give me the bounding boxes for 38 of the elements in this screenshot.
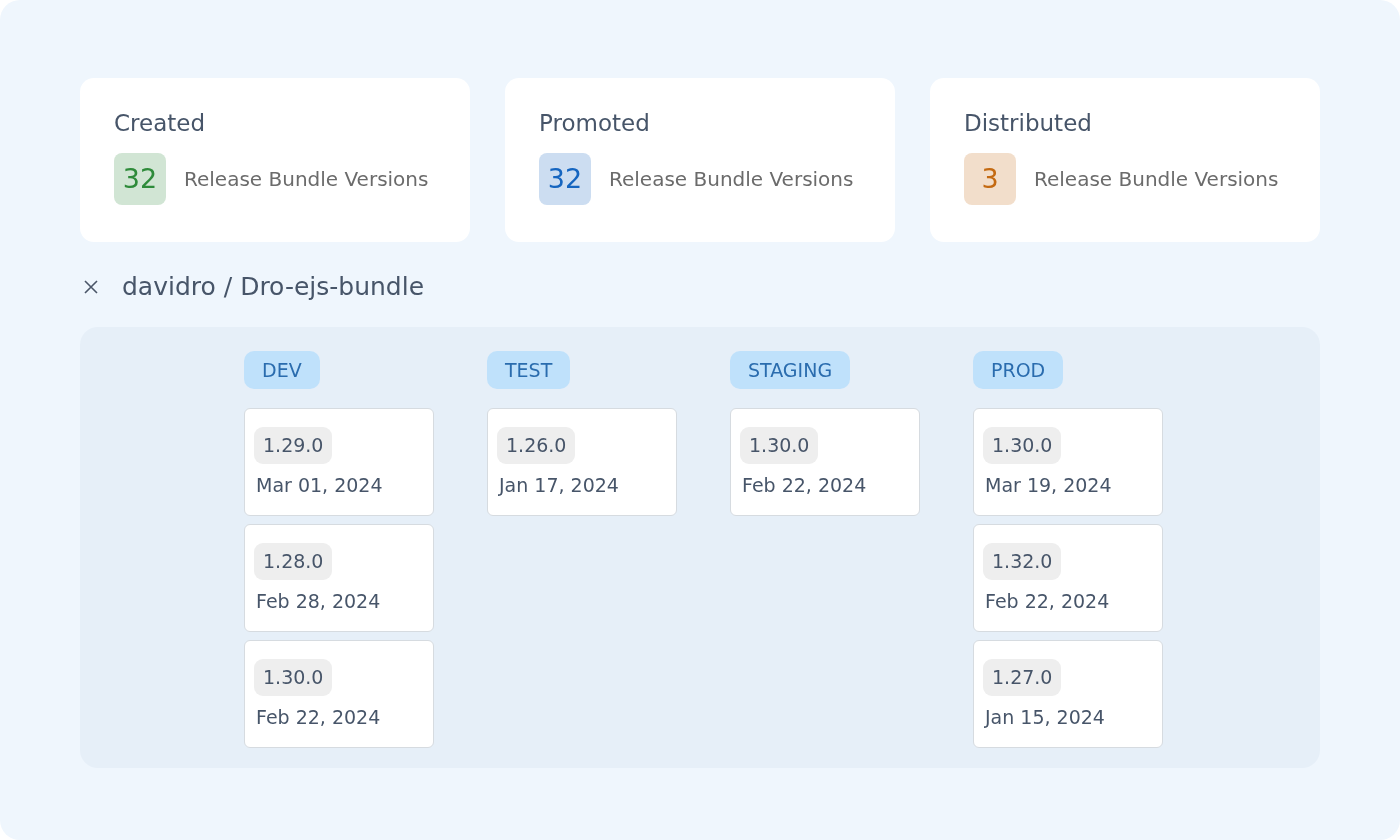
version-card[interactable]: 1.29.0 Mar 01, 2024 bbox=[244, 408, 434, 516]
stat-label: Release Bundle Versions bbox=[1034, 166, 1279, 193]
stage-label: PROD bbox=[973, 351, 1064, 389]
version-tag: 1.27.0 bbox=[983, 659, 1062, 696]
version-date: Mar 01, 2024 bbox=[255, 473, 383, 498]
stat-label: Release Bundle Versions bbox=[609, 166, 854, 193]
count-badge: 32 bbox=[539, 153, 591, 205]
bundle-title: davidro / Dro-ejs-bundle bbox=[122, 271, 425, 304]
version-card[interactable]: 1.27.0 Jan 15, 2024 bbox=[973, 640, 1163, 748]
version-date: Jan 15, 2024 bbox=[983, 705, 1105, 730]
stage-label: STAGING bbox=[730, 351, 851, 389]
version-tag: 1.29.0 bbox=[254, 427, 333, 464]
stage-label: DEV bbox=[244, 351, 320, 389]
stage-label: TEST bbox=[487, 351, 571, 389]
version-date: Feb 22, 2024 bbox=[255, 705, 381, 730]
version-tag: 1.32.0 bbox=[983, 543, 1062, 580]
version-tag: 1.30.0 bbox=[740, 427, 819, 464]
version-card[interactable]: 1.30.0 Mar 19, 2024 bbox=[973, 408, 1163, 516]
version-card[interactable]: 1.28.0 Feb 28, 2024 bbox=[244, 524, 434, 632]
version-tag: 1.30.0 bbox=[983, 427, 1062, 464]
stat-title: Promoted bbox=[539, 109, 650, 138]
version-date: Feb 28, 2024 bbox=[255, 589, 381, 614]
version-tag: 1.28.0 bbox=[254, 543, 333, 580]
version-tag: 1.26.0 bbox=[497, 427, 576, 464]
stat-title: Distributed bbox=[964, 109, 1092, 138]
version-card[interactable]: 1.30.0 Feb 22, 2024 bbox=[244, 640, 434, 748]
stat-label: Release Bundle Versions bbox=[184, 166, 429, 193]
version-date: Jan 17, 2024 bbox=[497, 473, 619, 498]
count-badge: 32 bbox=[114, 153, 166, 205]
version-card[interactable]: 1.26.0 Jan 17, 2024 bbox=[487, 408, 677, 516]
version-date: Mar 19, 2024 bbox=[984, 473, 1112, 498]
stat-title: Created bbox=[114, 109, 206, 138]
version-card[interactable]: 1.30.0 Feb 22, 2024 bbox=[730, 408, 920, 516]
count-badge: 3 bbox=[964, 153, 1016, 205]
version-date: Feb 22, 2024 bbox=[984, 589, 1110, 614]
version-tag: 1.30.0 bbox=[254, 659, 333, 696]
version-date: Feb 22, 2024 bbox=[741, 473, 867, 498]
version-card[interactable]: 1.32.0 Feb 22, 2024 bbox=[973, 524, 1163, 632]
